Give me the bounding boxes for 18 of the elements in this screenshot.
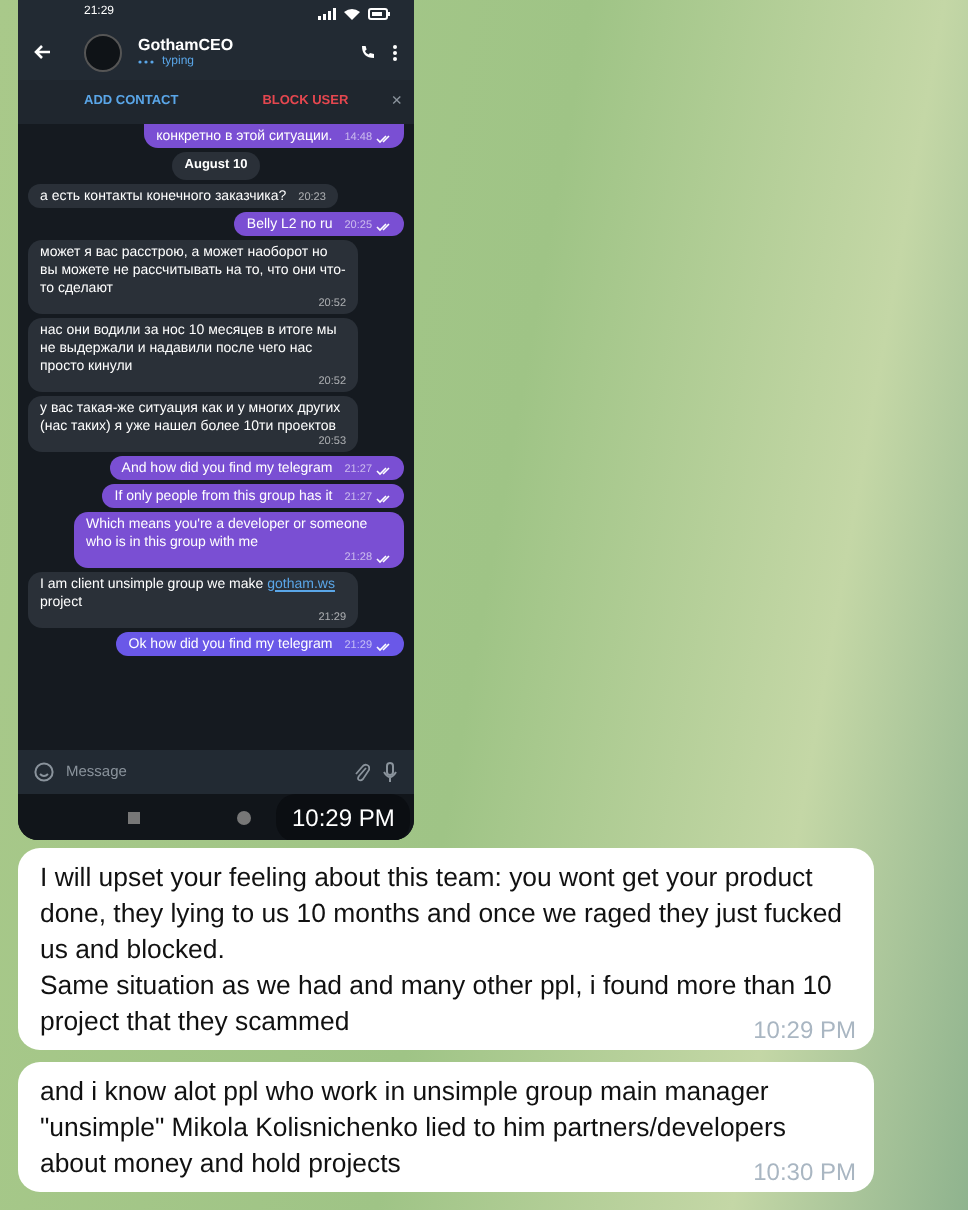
- contact-name: GothamCEO: [138, 35, 236, 53]
- microphone-icon[interactable]: [382, 762, 398, 782]
- signal-icon: [318, 8, 336, 20]
- battery-icon: [368, 8, 390, 20]
- circle-icon[interactable]: [236, 810, 252, 826]
- message-time: 10:30 PM: [753, 1158, 856, 1186]
- wifi-icon: [344, 8, 360, 20]
- close-button[interactable]: ×: [391, 88, 402, 116]
- message-bubble: I will upset your feeling about this team: you wont get your product done, they lying to us 10 months and once we raged they just fucked us and blocked. Same situation as we had and many other ppl, i found more than 10 project that they scammed 10:29 PM: [18, 848, 874, 1050]
- phone-icon[interactable]: [360, 44, 376, 60]
- back-arrow-icon[interactable]: [34, 44, 52, 60]
- message-bubble: and i know alot ppl who work in unsimple group main manager "unsimple" Mikola Kolisnichenko lied to him partners/developers about money and hold projects 10:30 PM: [18, 1062, 874, 1192]
- message-time: 10:29 PM: [753, 1016, 856, 1044]
- avatar: [84, 33, 122, 71]
- more-icon[interactable]: [392, 43, 398, 61]
- emoji-icon[interactable]: [34, 762, 54, 782]
- photo-timestamp: 10:29 PM: [276, 794, 411, 840]
- paperclip-icon[interactable]: [354, 762, 370, 782]
